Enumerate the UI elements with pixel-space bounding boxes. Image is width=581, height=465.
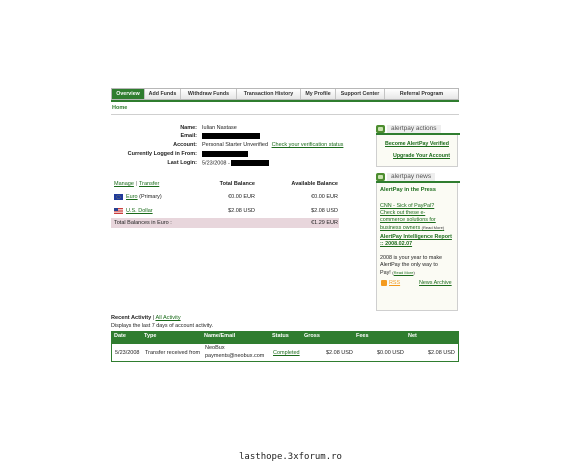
activity-name: NeoBux [205,345,225,351]
total-balance-row: Total Balances in Euro : €1.29 EUR [111,218,339,228]
actions-box: Become AlertPay Verified Upgrade Your Ac… [376,135,458,167]
read-more-link-2[interactable]: (Read More) [392,270,414,275]
intelligence-report-link[interactable]: AlertPay Intelligence Report :: 2008.02.… [380,234,454,248]
total-balance-label: Total Balances in Euro : [114,220,172,226]
tab-my-profile[interactable]: My Profile [301,89,336,99]
total-balance-header: Total Balance [219,181,255,187]
divider [111,114,459,115]
manage-link[interactable]: Manage [114,181,134,187]
last-login-label: Last Login: [167,160,197,166]
email-row: Email: [111,133,366,141]
tab-referral-program[interactable]: Referral Program [385,89,458,99]
last-login-value: 5/23/2008 - [202,160,230,167]
email-label: Email: [180,133,197,139]
col-gross: Gross [304,333,320,339]
news-title: alertpay news [387,173,436,181]
recent-activity-title: Recent Activity [111,315,152,321]
logged-from-redacted [202,151,248,157]
account-value: Personal Starter Unverified [202,142,269,148]
activity-net: $2.08 USD [428,350,455,356]
main-tabs: Overview Add Funds Withdraw Funds Transa… [111,88,459,100]
press-heading: AlertPay in the Press [380,187,436,193]
name-value: Iulian Nastase [202,125,237,131]
news-header: alertpay news [376,173,460,183]
alertpay-logo-icon [376,125,385,133]
activity-type: Transfer received from [145,350,201,356]
account-label: Account: [173,142,197,148]
logged-from-label: Currently Logged in From: [127,151,197,157]
read-more-link[interactable]: (Read More) [422,225,444,230]
breadcrumb-home[interactable]: Home [112,105,127,111]
activity-table-header: Date Type Name/Email Status Gross Fees N… [111,331,459,343]
email-redacted [202,133,260,139]
transfer-link[interactable]: Transfer [139,181,159,187]
all-activity-link[interactable]: All Activity [155,315,180,321]
recent-activity-subtitle: Displays the last 7 days of account acti… [111,323,214,329]
tab-overview[interactable]: Overview [112,89,145,99]
balance-header: Manage | Transfer Total Balance Availabl… [111,181,339,190]
col-status: Status [272,333,289,339]
primary-note: (Primary) [139,194,162,200]
press-item-link[interactable]: CNN - Sick of PayPal? Check out these e-… [380,203,450,232]
balance-row-euro: Euro (Primary) €0.00 EUR €0.00 EUR [111,192,339,204]
euro-link[interactable]: Euro [126,194,138,200]
last-login-redacted [231,160,270,166]
usd-available: $2.08 USD [311,208,338,214]
verification-status-link[interactable]: Check your verification status [272,142,344,148]
col-date: Date [114,333,126,339]
col-name-email: Name/Email [204,333,236,339]
intelligence-text: 2008 is your year to make AlertPay the o… [380,255,448,277]
name-row: Name: Iulian Nastase [111,125,366,133]
tab-underline [111,100,459,102]
col-type: Type [144,333,157,339]
activity-email: payments@neobux.com [205,353,265,359]
become-verified-link[interactable]: Become AlertPay Verified [385,141,449,147]
activity-date: 5/23/2008 [115,350,140,356]
us-flag-icon [114,208,123,214]
euro-currency-cell: Euro (Primary) [126,194,162,200]
available-balance-header: Available Balance [291,181,338,187]
euro-available: €0.00 EUR [311,194,338,200]
read-more-label[interactable]: Read More [423,225,443,230]
alertpay-news-logo-icon [376,173,385,181]
balance-row-usd: U.S. Dollar $2.08 USD $2.08 USD [111,206,339,218]
last-login-group: 5/23/2008 - [202,160,270,167]
euro-total: €0.00 EUR [228,194,255,200]
actions-header: alertpay actions [376,125,460,135]
activity-fees: $0.00 USD [377,350,404,356]
tab-withdraw-funds[interactable]: Withdraw Funds [181,89,237,99]
tab-support-center[interactable]: Support Center [336,89,385,99]
tab-transaction-history[interactable]: Transaction History [237,89,301,99]
usd-total: $2.08 USD [228,208,255,214]
name-label: Name: [180,125,197,131]
news-archive-link[interactable]: News Archive [419,280,452,286]
eu-flag-icon [114,194,123,200]
actions-title: alertpay actions [387,125,441,133]
col-net: Net [408,333,417,339]
activity-status-link[interactable]: Completed [273,350,300,356]
rss-icon[interactable] [381,280,387,286]
col-fees: Fees [356,333,369,339]
last-login-row: Last Login: 5/23/2008 - [111,160,366,168]
rss-link[interactable]: RSS [389,280,400,286]
link-divider: | [136,181,138,187]
watermark-footer: lasthope.3xforum.ro [239,452,342,462]
activity-gross: $2.08 USD [326,350,353,356]
activity-row: 5/23/2008 Transfer received from NeoBux … [111,343,459,362]
logged-from-row: Currently Logged in From: [111,151,366,159]
account-value-group: Personal Starter Unverified Check your v… [202,142,343,148]
total-balance-value: €1.29 EUR [311,220,338,226]
news-box: AlertPay in the Press CNN - Sick of PayP… [376,183,458,311]
upgrade-account-link[interactable]: Upgrade Your Account [393,153,450,159]
account-row: Account: Personal Starter Unverified Che… [111,142,366,150]
usd-link[interactable]: U.S. Dollar [126,208,153,214]
read-more-label-2[interactable]: Read More [394,270,414,275]
tab-add-funds[interactable]: Add Funds [145,89,181,99]
recent-activity-title-row: Recent Activity | All Activity [111,315,181,321]
